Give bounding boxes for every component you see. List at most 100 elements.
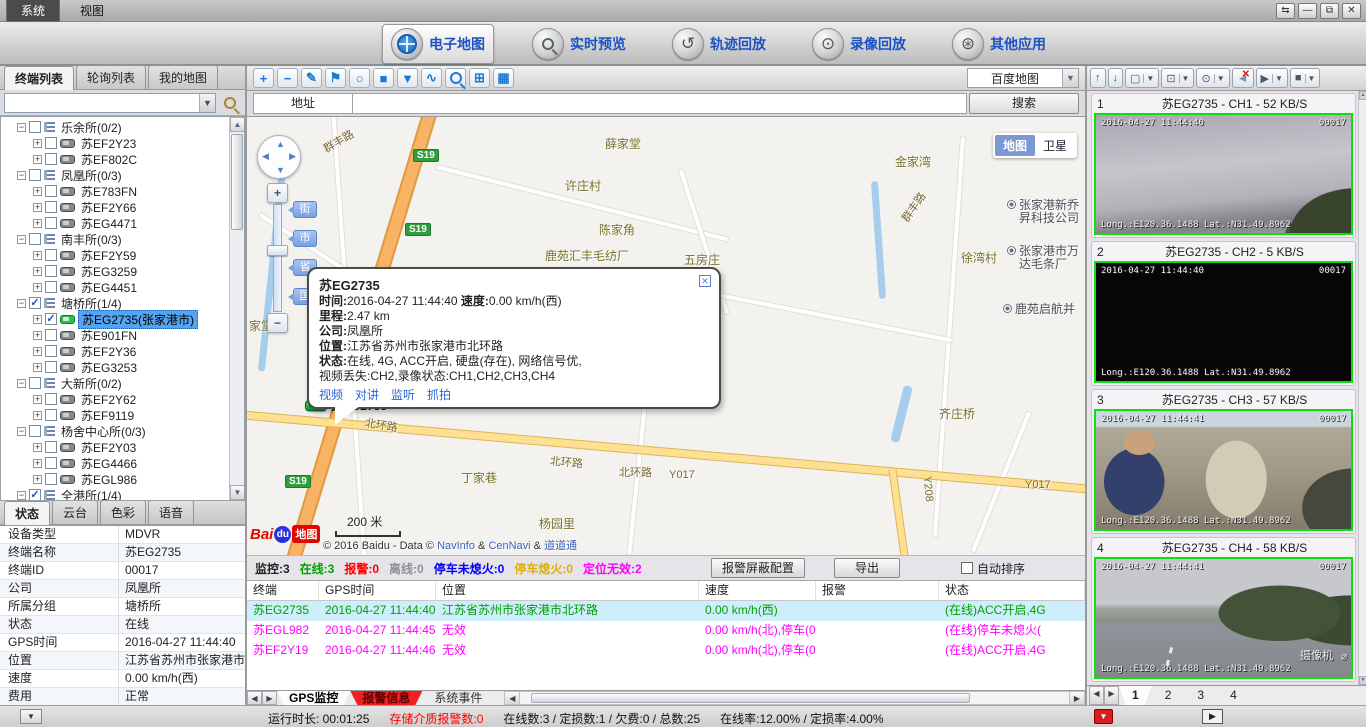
column-header[interactable]: 状态 — [939, 581, 1085, 600]
tree-item[interactable]: +苏EGL986 — [3, 471, 244, 487]
tree-item[interactable]: +苏EF2Y03 — [3, 439, 244, 455]
fullscreen-icon[interactable]: ▢▼ — [1125, 68, 1159, 88]
map-viewport[interactable]: 群丰路S19薛家堂金家湾许庄村群丰路S19陈家角鹿苑汇丰毛纺厂五房庄徐湾村家堂齐… — [247, 117, 1085, 555]
video-cell-1[interactable]: 1苏EG2735 - CH1 - 52 KB/S2016-04-27 11:44… — [1091, 93, 1356, 238]
tree-item[interactable]: −凤凰所(0/3) — [3, 167, 244, 183]
page-down-icon[interactable]: ↓ — [1108, 68, 1124, 88]
column-header[interactable]: 速度 — [699, 581, 816, 600]
tree-item[interactable]: +苏E901FN — [3, 327, 244, 343]
chevron-down-icon[interactable]: ▼ — [199, 94, 215, 112]
tree-item[interactable]: +苏EG4471 — [3, 215, 244, 231]
fullscreen-icon[interactable]: ⊞ — [469, 68, 490, 88]
tree-checkbox[interactable] — [45, 361, 57, 373]
video-page-tab-2[interactable]: 2 — [1152, 686, 1185, 705]
tree-scrollbar[interactable]: ▲ ▼ — [229, 117, 244, 500]
scroll-down-icon[interactable]: ▼ — [1359, 676, 1366, 685]
page-left-icon[interactable]: ◀ — [1089, 686, 1104, 705]
expander-icon[interactable]: + — [33, 187, 42, 196]
popup-link-抓拍[interactable]: 抓拍 — [427, 388, 451, 402]
tree-checkbox[interactable] — [45, 201, 57, 213]
snapshot-icon[interactable]: ⊙▼ — [1196, 68, 1229, 88]
scrollbar-thumb[interactable] — [531, 693, 970, 703]
chevron-down-icon[interactable]: ▼ — [1272, 74, 1283, 83]
expander-icon[interactable]: + — [33, 475, 42, 484]
map-zoom-in-button[interactable]: + — [267, 183, 288, 203]
tab-scroll-left-icon[interactable]: ◀ — [247, 691, 262, 705]
tree-item[interactable]: +苏EG3259 — [3, 263, 244, 279]
expander-icon[interactable]: + — [33, 443, 42, 452]
tree-item[interactable]: −大新所(0/2) — [3, 375, 244, 391]
scroll-down-icon[interactable]: ▼ — [230, 485, 245, 500]
window-minimize-icon[interactable]: — — [1298, 3, 1317, 19]
scroll-left-icon[interactable]: ◀ — [505, 692, 520, 704]
tree-checkbox[interactable]: ✓ — [29, 297, 41, 309]
pan-down-icon[interactable]: ▼ — [276, 165, 285, 175]
tree-item[interactable]: +苏EF2Y36 — [3, 343, 244, 359]
tree-item[interactable]: −南丰所(0/3) — [3, 231, 244, 247]
map-type-satellite[interactable]: 卫星 — [1035, 135, 1075, 156]
expander-icon[interactable]: + — [33, 315, 42, 324]
table-row[interactable]: 苏EGL9822016-04-27 11:44:45无效0.00 km/h(北)… — [247, 621, 1085, 641]
tree-checkbox[interactable] — [45, 345, 57, 357]
sub-tab-3[interactable]: 语音 — [148, 500, 194, 524]
expander-icon[interactable]: − — [17, 123, 26, 132]
expander-icon[interactable]: + — [33, 155, 42, 164]
toolbar-preview-button[interactable]: 实时预览 — [524, 25, 634, 63]
tree-item[interactable]: +苏EF2Y66 — [3, 199, 244, 215]
status-play-button[interactable]: ▶ — [1202, 709, 1223, 724]
tree-item[interactable]: +苏EG4451 — [3, 279, 244, 295]
scroll-right-icon[interactable]: ▶ — [1069, 692, 1084, 704]
sidebar-tab-1[interactable]: 轮询列表 — [76, 65, 146, 89]
mute-icon[interactable]: ◄ — [1232, 68, 1254, 88]
sub-tab-0[interactable]: 状态 — [4, 501, 50, 525]
address-type-combo[interactable]: 地址 — [253, 93, 353, 114]
tree-checkbox[interactable] — [29, 121, 41, 133]
stop-icon[interactable]: ■▼ — [1290, 68, 1321, 88]
tree-checkbox[interactable] — [45, 265, 57, 277]
chevron-down-icon[interactable]: ▼ — [1214, 74, 1225, 83]
map-search-button[interactable]: 搜索 — [969, 93, 1079, 114]
tree-checkbox[interactable] — [45, 473, 57, 485]
measure-icon[interactable]: ✎ — [301, 68, 322, 88]
rect-tool-icon[interactable]: ■ — [373, 68, 394, 88]
tree-item[interactable]: −乐余所(0/2) — [3, 119, 244, 135]
pan-up-icon[interactable]: ▲ — [276, 139, 285, 149]
sidebar-tab-0[interactable]: 终端列表 — [4, 66, 74, 90]
map-zoom-thumb[interactable] — [267, 245, 288, 256]
window-restore-icon[interactable]: ⧉ — [1320, 3, 1339, 19]
page-up-icon[interactable]: ↑ — [1090, 68, 1106, 88]
video-stream[interactable]: 2016-04-27 11:44:4000017Long.:E120.36.14… — [1094, 261, 1353, 383]
expander-icon[interactable]: + — [33, 395, 42, 404]
vehicle-search-combo[interactable]: ▼ — [4, 93, 216, 113]
expander-icon[interactable]: − — [17, 171, 26, 180]
expander-icon[interactable]: + — [33, 139, 42, 148]
tree-checkbox[interactable] — [45, 137, 57, 149]
tree-item[interactable]: +苏E783FN — [3, 183, 244, 199]
chevron-down-icon[interactable]: ▼ — [1179, 74, 1190, 83]
tree-checkbox[interactable]: ✓ — [29, 489, 41, 501]
toolbar-track-button[interactable]: ↺轨迹回放 — [664, 25, 774, 63]
map-provider-combo[interactable]: 百度地图 ▼ — [967, 68, 1079, 88]
save-icon[interactable]: ▦ — [493, 68, 514, 88]
monitor-tab-报警信息[interactable]: 报警信息 — [350, 691, 422, 705]
tree-item[interactable]: −杨舍中心所(0/3) — [3, 423, 244, 439]
tree-checkbox[interactable] — [29, 377, 41, 389]
map-pan-control[interactable]: ▲ ▼ ◀ ▶ — [257, 135, 301, 179]
window-close-icon[interactable]: ✕ — [1342, 3, 1361, 19]
page-right-icon[interactable]: ▶ — [1104, 686, 1119, 705]
toolbar-apps-button[interactable]: ⊛其他应用 — [944, 25, 1054, 63]
toolbar-map-button[interactable]: 电子地图 — [382, 24, 494, 64]
tree-item[interactable]: +苏EG4466 — [3, 455, 244, 471]
column-header[interactable]: 终端 — [247, 581, 319, 600]
sidebar-tab-2[interactable]: 我的地图 — [148, 65, 218, 89]
tree-checkbox[interactable] — [45, 185, 57, 197]
address-input[interactable] — [353, 93, 967, 114]
layout-icon[interactable]: ⊡▼ — [1161, 68, 1194, 88]
tree-checkbox[interactable] — [29, 425, 41, 437]
expander-icon[interactable]: − — [17, 299, 26, 308]
tree-item[interactable]: −✓全港所(1/4) — [3, 487, 244, 501]
expander-icon[interactable]: + — [33, 203, 42, 212]
expander-icon[interactable]: + — [33, 363, 42, 372]
video-stream[interactable]: 2016-04-27 11:44:4100017Long.:E120.36.14… — [1094, 409, 1353, 531]
circle-tool-icon[interactable]: ○ — [349, 68, 370, 88]
